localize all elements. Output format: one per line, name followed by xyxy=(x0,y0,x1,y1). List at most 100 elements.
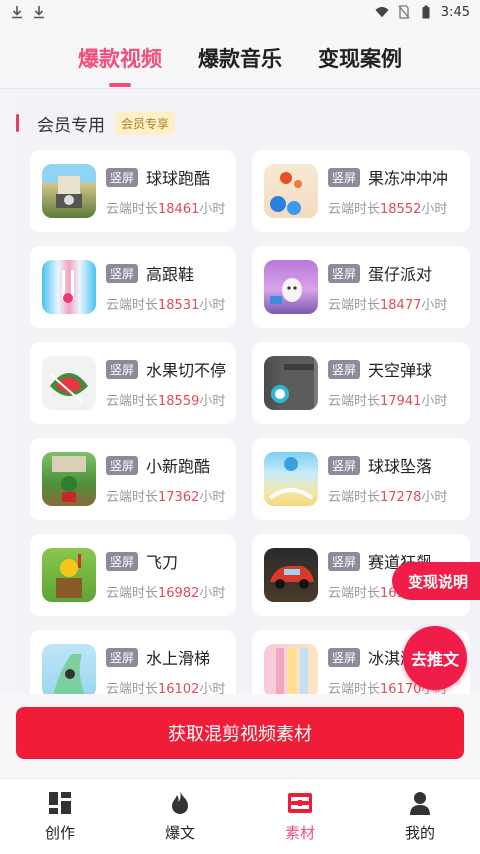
fruit-slice-icon xyxy=(42,356,96,410)
nav-item-materials[interactable]: 素材 xyxy=(240,779,360,854)
battery-icon xyxy=(422,5,430,19)
hours-prefix: 云端时长 xyxy=(106,394,159,409)
cloud-hours: 云端时长17362小时 xyxy=(106,486,225,505)
hours-prefix: 云端时长 xyxy=(106,682,159,694)
game-card[interactable]: 竖屏 小新跑酷 云端时长17362小时 xyxy=(30,438,236,520)
tab-divider xyxy=(0,88,480,89)
hours-prefix: 云端时长 xyxy=(328,586,381,601)
bottom-nav: 创作 爆文 素材 我的 xyxy=(0,778,480,854)
download-icon xyxy=(34,6,44,19)
status-left xyxy=(10,5,46,19)
grid-icon xyxy=(47,790,73,816)
tab-hot-music[interactable]: 爆款音乐 xyxy=(198,39,282,73)
tab-monetize-cases[interactable]: 变现案例 xyxy=(318,39,402,73)
game-name: 小新跑酷 xyxy=(146,457,211,476)
vertical-tag: 竖屏 xyxy=(106,551,139,571)
cloud-hours: 云端时长18477小时 xyxy=(328,294,447,313)
hours-value: 17941 xyxy=(380,394,422,409)
game-name: 飞刀 xyxy=(146,553,179,572)
hours-prefix: 云端时长 xyxy=(106,490,159,505)
vertical-tag: 竖屏 xyxy=(106,263,139,283)
hours-suffix: 小时 xyxy=(421,394,448,409)
get-remix-material-button[interactable]: 获取混剪视频素材 xyxy=(16,707,464,759)
cloud-hours: 云端时长18531小时 xyxy=(106,294,225,313)
hours-value: 17362 xyxy=(158,490,200,505)
jelly-balls-icon xyxy=(264,164,318,218)
crayon-runner-icon xyxy=(42,452,96,506)
flame-icon xyxy=(167,790,193,816)
hours-value: 18559 xyxy=(158,394,200,409)
game-card[interactable]: 竖屏 高跟鞋 云端时长18531小时 xyxy=(30,246,236,328)
nav-item-create[interactable]: 创作 xyxy=(0,779,120,854)
hours-prefix: 云端时长 xyxy=(106,202,159,217)
game-card[interactable]: 竖屏 果冻冲冲冲 云端时长18552小时 xyxy=(252,150,470,232)
hours-prefix: 云端时长 xyxy=(106,586,159,601)
game-grid: 竖屏 球球跑酷 云端时长18461小时 竖屏 果冻冲冲冲 云端时长18552小时 竖… xyxy=(30,150,470,694)
game-name: 天空弹球 xyxy=(368,361,433,380)
hours-value: 18461 xyxy=(158,202,200,217)
nav-item-hot-articles[interactable]: 爆文 xyxy=(120,779,240,854)
cloud-hours: 云端时长18552小时 xyxy=(328,198,448,217)
hours-prefix: 云端时长 xyxy=(328,298,381,313)
person-icon xyxy=(407,790,433,816)
game-name: 球球跑酷 xyxy=(146,169,211,188)
vertical-tag: 竖屏 xyxy=(328,647,361,667)
hours-suffix: 小时 xyxy=(421,202,448,217)
game-name: 球球坠落 xyxy=(368,457,433,476)
cloud-hours: 云端时长16982小时 xyxy=(106,582,225,601)
vertical-tag: 竖屏 xyxy=(328,263,361,283)
flying-knife-icon xyxy=(42,548,96,602)
game-card[interactable]: 竖屏 水果切不停 云端时长18559小时 xyxy=(30,342,236,424)
film-icon xyxy=(287,790,313,816)
tab-hot-videos[interactable]: 爆款视频 xyxy=(78,39,162,73)
eggy-party-icon xyxy=(264,260,318,314)
section-accent-bar xyxy=(16,114,19,132)
cloud-hours: 云端时长17278小时 xyxy=(328,486,447,505)
wifi-icon xyxy=(375,6,389,18)
no-sim-icon xyxy=(398,5,410,19)
vertical-tag: 竖屏 xyxy=(328,455,361,475)
hours-prefix: 云端时长 xyxy=(328,682,381,694)
cloud-hours: 云端时长17941小时 xyxy=(328,390,447,409)
hours-suffix: 小时 xyxy=(199,298,226,313)
high-heels-runway-icon xyxy=(42,260,96,314)
vertical-tag: 竖屏 xyxy=(328,359,361,379)
game-name: 蛋仔派对 xyxy=(368,265,433,284)
hours-suffix: 小时 xyxy=(199,202,226,217)
game-card[interactable]: 竖屏 球球坠落 云端时长17278小时 xyxy=(252,438,470,520)
hours-value: 16982 xyxy=(158,586,200,601)
game-card[interactable]: 竖屏 蛋仔派对 云端时长18477小时 xyxy=(252,246,470,328)
section-title: 会员专用 xyxy=(37,115,105,136)
water-slide-icon xyxy=(42,644,96,694)
cloud-hours: 云端时长16102小时 xyxy=(106,678,225,694)
race-car-icon xyxy=(264,548,318,602)
push-article-button[interactable]: 去推文 xyxy=(403,626,467,690)
cloud-hours: 云端时长18461小时 xyxy=(106,198,225,217)
game-card[interactable]: 竖屏 球球跑酷 云端时长18461小时 xyxy=(30,150,236,232)
game-name: 水果切不停 xyxy=(146,361,227,380)
hours-suffix: 小时 xyxy=(199,394,226,409)
hours-value: 18531 xyxy=(158,298,200,313)
nav-item-me[interactable]: 我的 xyxy=(360,779,480,854)
game-name: 水上滑梯 xyxy=(146,649,211,668)
hours-suffix: 小时 xyxy=(199,682,226,694)
hours-prefix: 云端时长 xyxy=(328,490,381,505)
hours-suffix: 小时 xyxy=(199,586,226,601)
game-card[interactable]: 竖屏 飞刀 云端时长16982小时 xyxy=(30,534,236,616)
game-card[interactable]: 竖屏 水上滑梯 云端时长16102小时 xyxy=(30,630,236,694)
vertical-tag: 竖屏 xyxy=(106,359,139,379)
vertical-tag: 竖屏 xyxy=(106,167,139,187)
hours-prefix: 云端时长 xyxy=(106,298,159,313)
vertical-tag: 竖屏 xyxy=(328,167,361,187)
status-bar: 3:45 xyxy=(0,0,480,24)
content-panel[interactable]: 会员专用 会员专享 竖屏 球球跑酷 云端时长18461小时 竖屏 果冻冲冲冲 云端时… xyxy=(16,98,480,694)
download-icon xyxy=(12,6,22,19)
action-area: 获取混剪视频素材 xyxy=(0,694,480,778)
monetize-explain-button[interactable]: 变现说明 xyxy=(391,562,480,600)
game-card[interactable]: 竖屏 天空弹球 云端时长17941小时 xyxy=(252,342,470,424)
vertical-tag: 竖屏 xyxy=(106,455,139,475)
game-name: 高跟鞋 xyxy=(146,265,195,284)
hours-value: 17278 xyxy=(380,490,422,505)
nav-label: 爆文 xyxy=(164,824,195,842)
hours-value: 16102 xyxy=(158,682,200,694)
